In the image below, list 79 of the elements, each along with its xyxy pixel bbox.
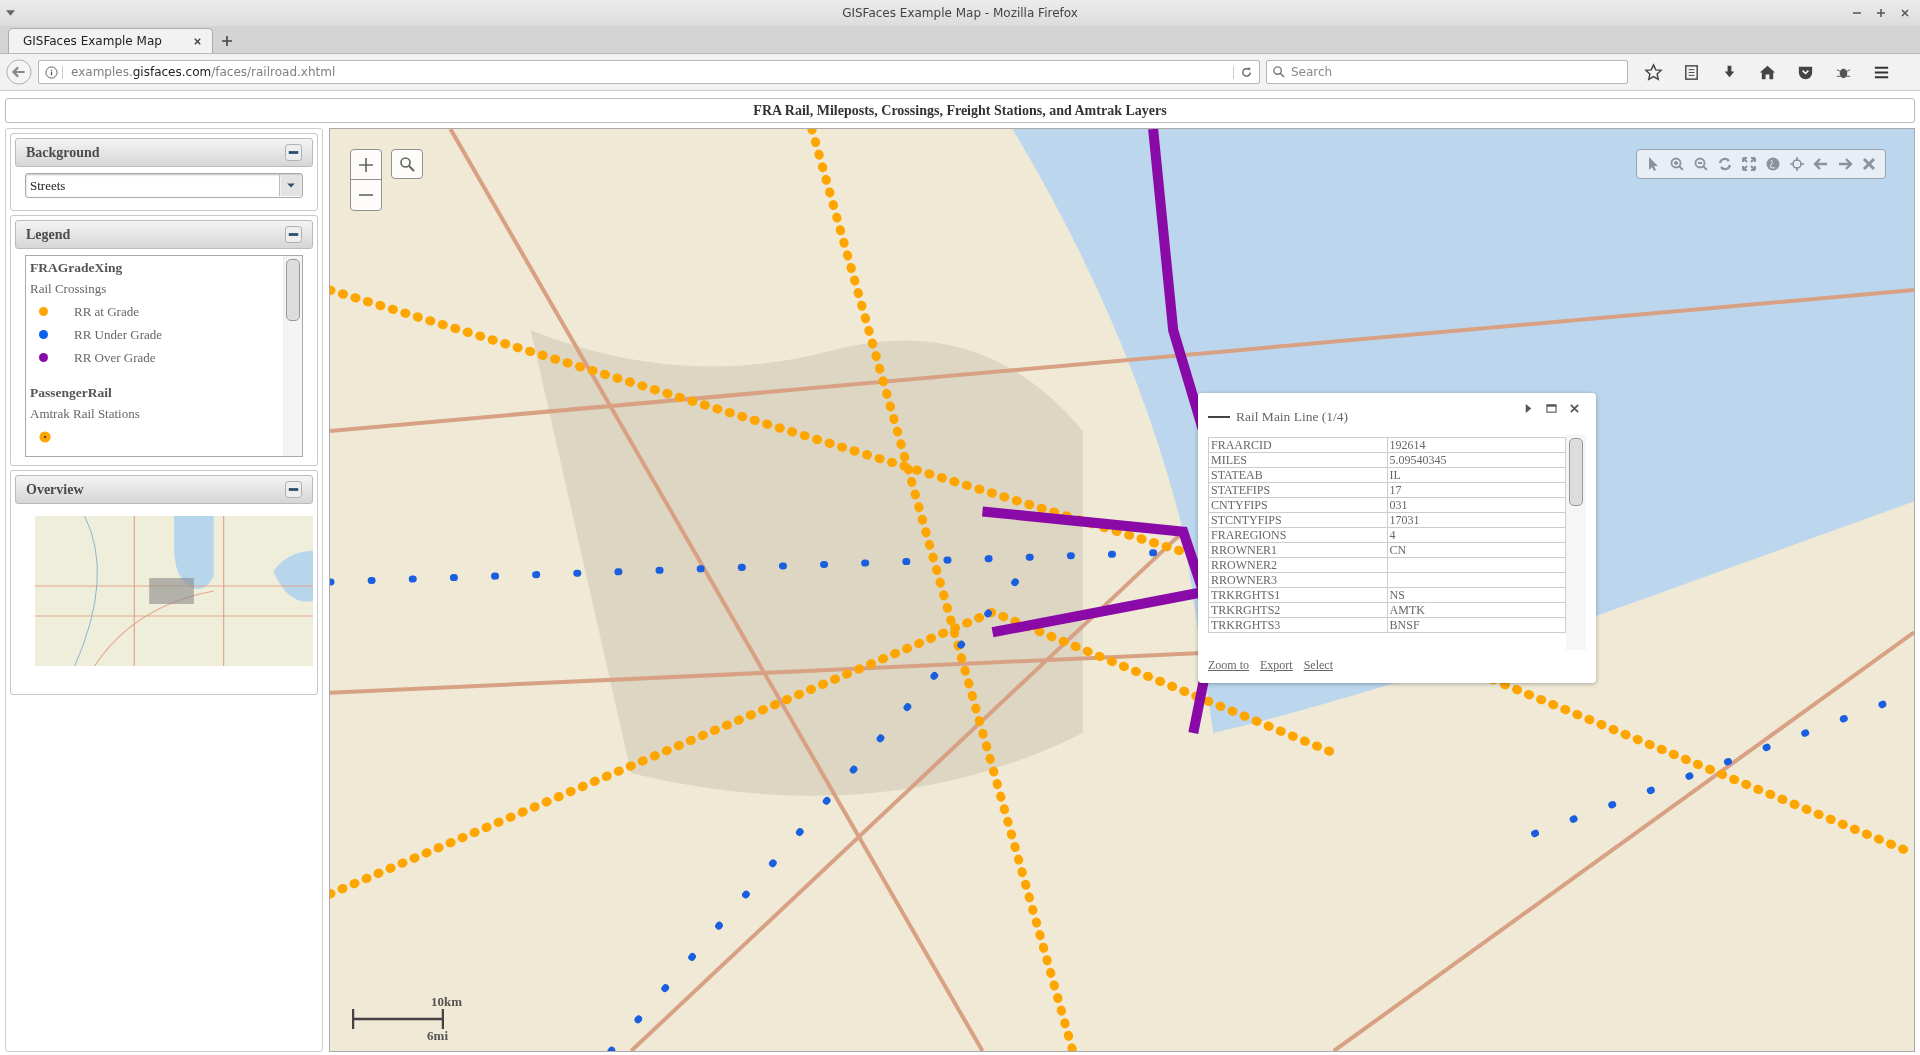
clipboard-icon[interactable]	[1682, 62, 1701, 82]
field-cell: MILES	[1208, 452, 1388, 468]
field-cell: STATEFIPS	[1208, 482, 1388, 498]
search-icon	[1272, 65, 1285, 78]
field-cell: RROWNER3	[1208, 572, 1388, 588]
zoom-out-icon[interactable]	[1693, 156, 1709, 172]
value-cell: NS	[1387, 587, 1566, 603]
value-cell: 031	[1387, 497, 1566, 513]
close-icon[interactable]	[193, 36, 202, 46]
reload-icon[interactable]	[1233, 65, 1253, 79]
arrow-left-icon[interactable]	[1813, 156, 1829, 172]
field-cell: FRAARCID	[1208, 437, 1388, 453]
background-select[interactable]: Streets	[25, 173, 303, 198]
globe-icon[interactable]	[1765, 156, 1781, 172]
field-cell: CNTYFIPS	[1208, 497, 1388, 513]
value-cell: BNSF	[1387, 617, 1566, 633]
legend-group-title: PassengerRail	[30, 384, 113, 402]
line-icon	[1208, 415, 1230, 418]
search-icon	[399, 156, 415, 172]
field-cell: TRKRGHTS3	[1208, 617, 1388, 633]
new-tab-icon[interactable]	[221, 35, 233, 47]
scrollbar-thumb	[286, 259, 300, 321]
crosshair-icon[interactable]	[1789, 156, 1805, 172]
collapse-icon[interactable]	[285, 481, 302, 498]
maximize-icon[interactable]	[1546, 403, 1557, 414]
browser-tab[interactable]: GISFaces Example Map	[8, 28, 213, 53]
legend-label: RR Under Grade	[74, 326, 163, 343]
value-cell: 17031	[1387, 512, 1566, 528]
value-cell: 4	[1387, 527, 1566, 543]
legend-label: RR Over Grade	[74, 349, 156, 366]
scale-label: 10km	[430, 995, 462, 1009]
popup-link[interactable]: Zoom to	[1208, 658, 1249, 673]
value-cell: 192614	[1387, 437, 1566, 453]
info-icon[interactable]	[45, 65, 63, 79]
zoom-in-icon[interactable]	[1669, 156, 1685, 172]
plus-icon	[358, 156, 374, 173]
back-icon[interactable]	[6, 59, 32, 85]
popup-link[interactable]: Export	[1260, 658, 1293, 673]
field-cell: TRKRGHTS1	[1208, 587, 1388, 603]
collapse-icon[interactable]	[285, 144, 302, 161]
next-icon[interactable]	[1523, 403, 1534, 414]
value-cell: AMTK	[1387, 602, 1566, 618]
scrollbar-thumb	[1569, 438, 1583, 507]
value-cell: 5.09540345	[1387, 452, 1566, 468]
legend-subtitle: Rail Crossings	[30, 280, 108, 298]
fullscreen-icon[interactable]	[1741, 156, 1757, 172]
field-cell: RROWNER2	[1208, 557, 1388, 573]
search-button[interactable]	[391, 149, 423, 179]
field-cell: RROWNER1	[1208, 542, 1388, 558]
address-field[interactable]: examples.gisfaces.com/faces/railroad.xhtml	[38, 60, 1260, 84]
close-icon[interactable]	[1569, 403, 1580, 414]
refresh-icon[interactable]	[1717, 156, 1733, 172]
value-cell: IL	[1387, 467, 1566, 483]
field-cell: FRAREGIONS	[1208, 527, 1388, 543]
dropdown-icon[interactable]	[279, 175, 302, 196]
arrow-right-icon[interactable]	[1837, 156, 1853, 172]
value-cell: 17	[1387, 482, 1566, 498]
legend-label: RR at Grade	[74, 303, 139, 320]
panel-title: Background	[26, 144, 100, 161]
search-field[interactable]: Search	[1266, 60, 1628, 84]
field-cell: STATEAB	[1208, 467, 1388, 483]
window-title: GISFaces Example Map - Mozilla Firefox	[842, 6, 1078, 20]
window-menu-icon[interactable]	[6, 10, 15, 16]
page-title: FRA Rail, Mileposts, Crossings, Freight Stations, and Amtrak Layers	[753, 102, 1167, 119]
legend-group-title: FRAGradeXing	[30, 259, 124, 277]
popup-title: Rail Main Line (1/4)	[1236, 408, 1349, 425]
field-cell: TRKRGHTS2	[1208, 602, 1388, 618]
popup-link[interactable]: Select	[1303, 658, 1333, 673]
legend-subtitle: Amtrak Rail Stations	[30, 405, 141, 423]
collapse-icon[interactable]	[285, 226, 302, 243]
star-icon[interactable]	[1644, 62, 1663, 82]
minus-icon	[358, 194, 374, 196]
close-icon[interactable]	[1900, 8, 1910, 18]
maximize-icon[interactable]	[1876, 8, 1886, 18]
panel-title: Legend	[26, 226, 71, 243]
panel-title: Overview	[26, 481, 84, 498]
scale-label: 6mi	[427, 1029, 448, 1043]
field-cell: STCNTYFIPS	[1208, 512, 1388, 528]
value-cell: CN	[1387, 542, 1566, 558]
